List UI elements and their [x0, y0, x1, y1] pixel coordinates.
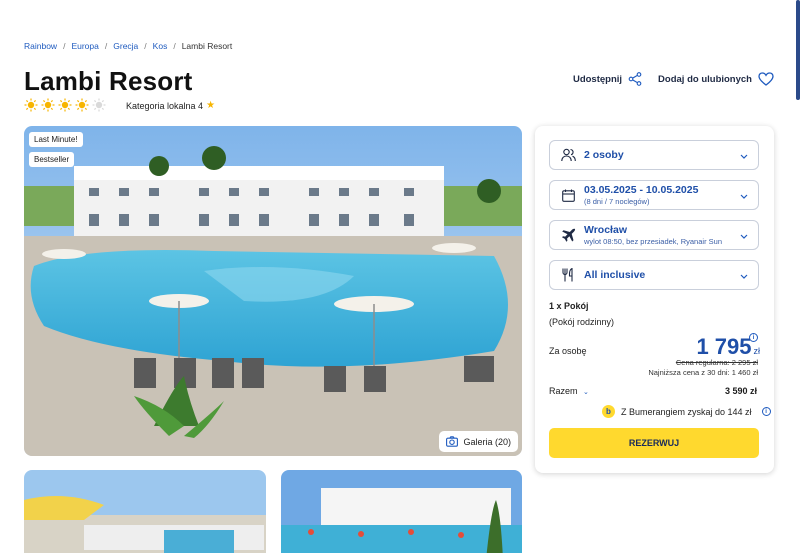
dates-duration: (8 dni / 7 noclegów): [584, 197, 650, 206]
sun-icon: [24, 98, 38, 112]
badge-bestseller: Bestseller: [29, 152, 75, 167]
bumerang-info-icon[interactable]: i: [761, 407, 771, 416]
chevron-down-icon: [740, 186, 748, 204]
plane-icon: [560, 227, 576, 243]
category-label: Kategoria lokalna 4: [126, 100, 204, 111]
dates-value: 03.05.2025 - 10.05.2025: [584, 184, 699, 196]
persons-value: 2 osoby: [584, 149, 624, 161]
sun-icon: [41, 98, 55, 112]
thumbnail-photo[interactable]: [24, 470, 266, 553]
board-select[interactable]: All inclusive: [549, 260, 759, 290]
price-currency: zł: [753, 346, 761, 356]
local-category: Kategoria lokalna 4 ★: [126, 100, 215, 111]
breadcrumb-rainbow[interactable]: Rainbow: [24, 41, 57, 51]
departure-details: wylot 08:50, bez przesiadek, Ryanair Sun: [584, 237, 722, 246]
breadcrumb-separator: /: [63, 41, 66, 51]
price-per-person: 1 795 zł: [696, 334, 760, 360]
cutlery-icon: [560, 267, 576, 283]
top-actions: Udostępnij Dodaj do ulubionych: [573, 72, 774, 86]
chevron-down-icon: [740, 266, 748, 284]
regular-price: Cena regularna: 2 295 zł: [675, 358, 758, 367]
reserve-button[interactable]: REZERWUJ: [549, 428, 759, 458]
per-person-label: Za osobę: [549, 346, 587, 356]
gallery-label: Galeria (20): [463, 436, 511, 447]
dates-select[interactable]: 03.05.2025 - 10.05.2025 (8 dni / 7 nocle…: [549, 180, 759, 210]
persons-icon: [560, 147, 576, 163]
calendar-icon: [560, 187, 576, 203]
camera-icon: [446, 436, 459, 447]
favorite-button[interactable]: Dodaj do ulubionych: [658, 72, 774, 86]
departure-city: Wrocław: [584, 224, 627, 236]
sun-rating: [24, 98, 106, 112]
heart-icon: [758, 72, 774, 86]
star-icon: ★: [206, 100, 216, 111]
sun-icon: [58, 98, 72, 112]
bumerang-icon: b: [602, 405, 615, 418]
total-toggle[interactable]: Razem ⌄: [549, 386, 589, 396]
breadcrumb-separator: /: [144, 41, 147, 51]
lowest-price-30-days: Najniższa cena z 30 dni: 1 460 zł: [648, 368, 758, 377]
room-type: (Pokój rodzinny): [549, 317, 615, 327]
price-value: 1 795: [696, 334, 752, 359]
breadcrumb: Rainbow / Europa / Grecja / Kos / Lambi …: [24, 41, 232, 51]
thumbnail-photo[interactable]: [281, 470, 522, 553]
booking-panel: 2 osoby 03.05.2025 - 10.05.2025 (8 dni /…: [535, 126, 774, 473]
breadcrumb-separator: /: [173, 41, 176, 51]
breadcrumb-grecja[interactable]: Grecja: [113, 41, 138, 51]
total-row: Razem ⌄ 3 590 zł: [549, 386, 759, 396]
gallery-button[interactable]: Galeria (20): [439, 431, 518, 452]
share-icon: [628, 72, 642, 86]
board-value: All inclusive: [584, 269, 646, 281]
chevron-down-icon: ⌄: [583, 389, 589, 396]
hero-photo[interactable]: Last Minute! Bestseller Galeria (20): [24, 126, 522, 456]
share-button[interactable]: Udostępnij: [573, 72, 642, 86]
thumbnail-image: [281, 470, 522, 553]
resort-pool-photo: [24, 126, 522, 456]
bumerang-text: Z Bumerangiem zyskaj do 144 zł: [621, 406, 752, 417]
total-label: Razem: [549, 386, 578, 396]
chevron-down-icon: [740, 146, 748, 164]
thumbnail-image: [24, 470, 266, 553]
favorite-label: Dodaj do ulubionych: [658, 73, 752, 85]
bumerang-info: b Z Bumerangiem zyskaj do 144 zł i: [602, 405, 771, 418]
breadcrumb-kos[interactable]: Kos: [153, 41, 168, 51]
chevron-down-icon: [740, 226, 748, 244]
badge-last-minute: Last Minute!: [29, 132, 83, 147]
sun-icon: [75, 98, 89, 112]
page-scrollbar[interactable]: [796, 0, 800, 100]
persons-select[interactable]: 2 osoby: [549, 140, 759, 170]
room-count: 1 x Pokój: [549, 301, 589, 311]
share-label: Udostępnij: [572, 73, 623, 85]
breadcrumb-current: Lambi Resort: [181, 41, 233, 51]
hotel-title: Lambi Resort: [24, 66, 193, 96]
breadcrumb-separator: /: [104, 41, 108, 51]
sun-empty-icon: [92, 98, 106, 112]
total-value: 3 590 zł: [724, 386, 757, 396]
breadcrumb-europa[interactable]: Europa: [71, 41, 98, 51]
departure-select[interactable]: Wrocław wylot 08:50, bez przesiadek, Rya…: [549, 220, 759, 250]
